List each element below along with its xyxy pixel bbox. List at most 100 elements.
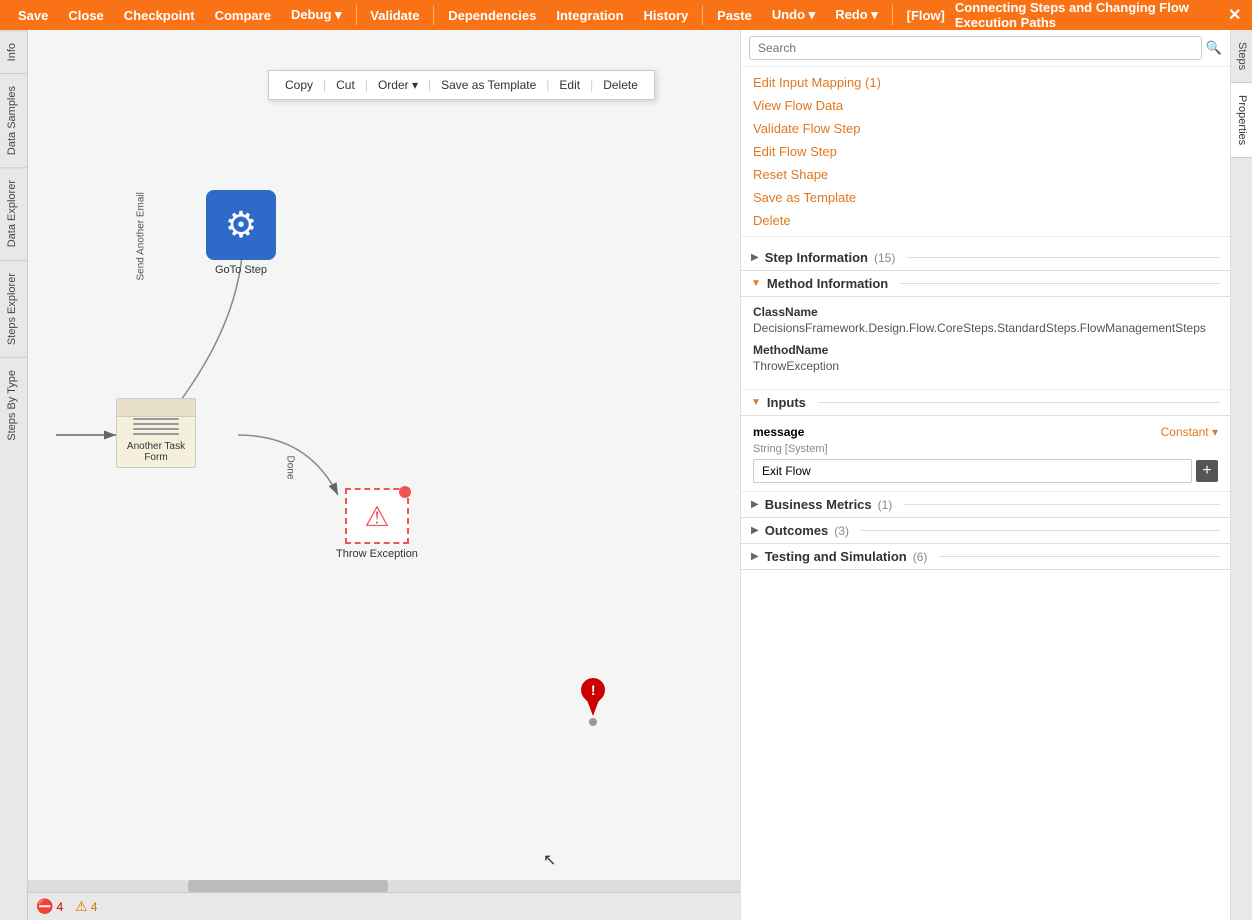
menubar-title: Connecting Steps and Changing Flow Execu…	[955, 0, 1218, 30]
add-input-btn[interactable]: +	[1196, 460, 1218, 482]
message-input[interactable]	[753, 459, 1192, 483]
ctx-save-template[interactable]: Save as Template	[433, 75, 544, 95]
step-information-title: Step Information	[765, 250, 868, 265]
menu-compare[interactable]: Compare	[205, 0, 281, 30]
menu-history[interactable]: History	[634, 0, 699, 30]
menu-paste[interactable]: Paste	[707, 0, 762, 30]
menu-flow[interactable]: [Flow]	[897, 0, 955, 30]
canvas-connections	[28, 30, 740, 920]
outcomes-header[interactable]: ▶ Outcomes (3)	[741, 518, 1230, 544]
throw-exception-node[interactable]: ⚠ Throw Exception	[336, 488, 418, 560]
menu-dependencies[interactable]: Dependencies	[438, 0, 546, 30]
ctx-edit[interactable]: Edit	[551, 75, 588, 95]
form-line-3	[133, 428, 180, 430]
pin-tail	[587, 700, 599, 716]
inputs-line	[818, 402, 1220, 403]
menu-edit-flow-step[interactable]: Edit Flow Step	[741, 140, 1230, 163]
pin-dot	[589, 718, 597, 726]
menu-save-as-template[interactable]: Save as Template	[741, 186, 1230, 209]
ctx-delete[interactable]: Delete	[595, 75, 646, 95]
step-information-header[interactable]: ▶ Step Information (15)	[741, 245, 1230, 271]
task-form-node[interactable]: Another Task Form	[116, 398, 196, 468]
close-button[interactable]: ✕	[1225, 3, 1244, 27]
goto-step-node[interactable]: ⚙ GoTo Step	[206, 190, 276, 276]
search-icon[interactable]: 🔍	[1206, 40, 1222, 56]
throw-exc-corner	[399, 486, 411, 498]
sidebar-tab-steps-by-type[interactable]: Steps By Type	[0, 357, 27, 453]
method-information-header[interactable]: ▼ Method Information	[741, 271, 1230, 297]
menu-undo[interactable]: Undo ▾	[762, 0, 825, 30]
sidebar-tab-data-samples[interactable]: Data Samples	[0, 73, 27, 167]
ctx-copy[interactable]: Copy	[277, 75, 321, 95]
testing-simulation-count: (6)	[913, 550, 928, 564]
canvas-area[interactable]: Copy | Cut | Order ▾ | Save as Template …	[28, 30, 740, 920]
right-panel-menu: Edit Input Mapping (1) View Flow Data Va…	[741, 67, 1230, 237]
constant-dropdown[interactable]: Constant ▾	[1161, 425, 1218, 439]
step-information-count: (15)	[874, 251, 895, 265]
menu-reset-shape[interactable]: Reset Shape	[741, 163, 1230, 186]
classname-value: DecisionsFramework.Design.Flow.CoreSteps…	[753, 321, 1218, 335]
menu-debug[interactable]: Debug ▾	[281, 0, 352, 30]
warning-count[interactable]: ⚠ 4	[75, 898, 97, 915]
menu-redo[interactable]: Redo ▾	[825, 0, 888, 30]
inputs-title: Inputs	[767, 395, 806, 410]
context-menu: Copy | Cut | Order ▾ | Save as Template …	[268, 70, 655, 100]
method-info-arrow: ▼	[751, 278, 761, 289]
throw-exception-box[interactable]: ⚠	[345, 488, 409, 544]
right-sections: ▶ Step Information (15) ▼ Method Informa…	[741, 237, 1230, 920]
connection-label-send-email: Send Another Email	[136, 192, 147, 280]
form-line-4	[133, 433, 180, 435]
message-input-row: message Constant ▾	[753, 424, 1218, 439]
menubar: Save Close Checkpoint Compare Debug ▾ Va…	[0, 0, 1252, 30]
testing-simulation-title: Testing and Simulation	[765, 549, 907, 564]
business-metrics-header[interactable]: ▶ Business Metrics (1)	[741, 492, 1230, 518]
left-sidebar: Info Data Samples Data Explorer Steps Ex…	[0, 30, 28, 920]
right-search: 🔍	[741, 30, 1230, 67]
menu-validate[interactable]: Validate	[360, 0, 429, 30]
outcomes-count: (3)	[834, 524, 849, 538]
search-input[interactable]	[749, 36, 1202, 60]
error-count-value: 4	[56, 900, 63, 914]
outcomes-arrow: ▶	[751, 525, 759, 536]
testing-simulation-arrow: ▶	[751, 551, 759, 562]
business-metrics-line	[904, 504, 1220, 505]
horizontal-scrollbar[interactable]	[28, 880, 740, 892]
sidebar-tab-data-explorer[interactable]: Data Explorer	[0, 167, 27, 259]
right-tab-steps[interactable]: Steps	[1231, 30, 1252, 83]
ctx-order[interactable]: Order ▾	[370, 75, 426, 95]
error-count[interactable]: ⛔ 4	[36, 898, 63, 915]
business-metrics-title: Business Metrics	[765, 497, 872, 512]
message-field-row: +	[753, 459, 1218, 483]
menu-validate-flow-step[interactable]: Validate Flow Step	[741, 117, 1230, 140]
menu-save[interactable]: Save	[8, 0, 58, 30]
inputs-header[interactable]: ▼ Inputs	[741, 390, 1230, 416]
ctx-cut[interactable]: Cut	[328, 75, 363, 95]
inputs-content: message Constant ▾ String [System] +	[741, 416, 1230, 492]
menu-delete[interactable]: Delete	[741, 209, 1230, 232]
method-info-line	[900, 283, 1220, 284]
task-form-box[interactable]: Another Task Form	[116, 398, 196, 468]
testing-simulation-line	[939, 556, 1220, 557]
menu-edit-input-mapping[interactable]: Edit Input Mapping (1)	[741, 71, 1230, 94]
inputs-arrow: ▼	[751, 397, 761, 408]
right-vertical-tabs: Steps Properties	[1230, 30, 1252, 920]
method-info-content: ClassName DecisionsFramework.Design.Flow…	[741, 297, 1230, 390]
goto-step-box[interactable]: ⚙	[206, 190, 276, 260]
scrollbar-thumb[interactable]	[188, 880, 388, 892]
warning-count-value: 4	[91, 900, 98, 914]
warning-icon: ⚠	[75, 898, 88, 915]
menu-view-flow-data[interactable]: View Flow Data	[741, 94, 1230, 117]
message-label: message	[753, 425, 804, 439]
menu-integration[interactable]: Integration	[546, 0, 633, 30]
methodname-value: ThrowException	[753, 359, 1218, 373]
task-form-label: Another Task Form	[117, 441, 195, 463]
outcomes-line	[861, 530, 1220, 531]
menu-checkpoint[interactable]: Checkpoint	[114, 0, 205, 30]
gear-icon: ⚙	[225, 204, 257, 246]
testing-simulation-header[interactable]: ▶ Testing and Simulation (6)	[741, 544, 1230, 570]
sidebar-tab-steps-explorer[interactable]: Steps Explorer	[0, 260, 27, 357]
menu-close[interactable]: Close	[58, 0, 113, 30]
sidebar-tab-info[interactable]: Info	[0, 30, 27, 73]
step-info-line	[907, 257, 1220, 258]
right-tab-properties[interactable]: Properties	[1231, 83, 1252, 158]
